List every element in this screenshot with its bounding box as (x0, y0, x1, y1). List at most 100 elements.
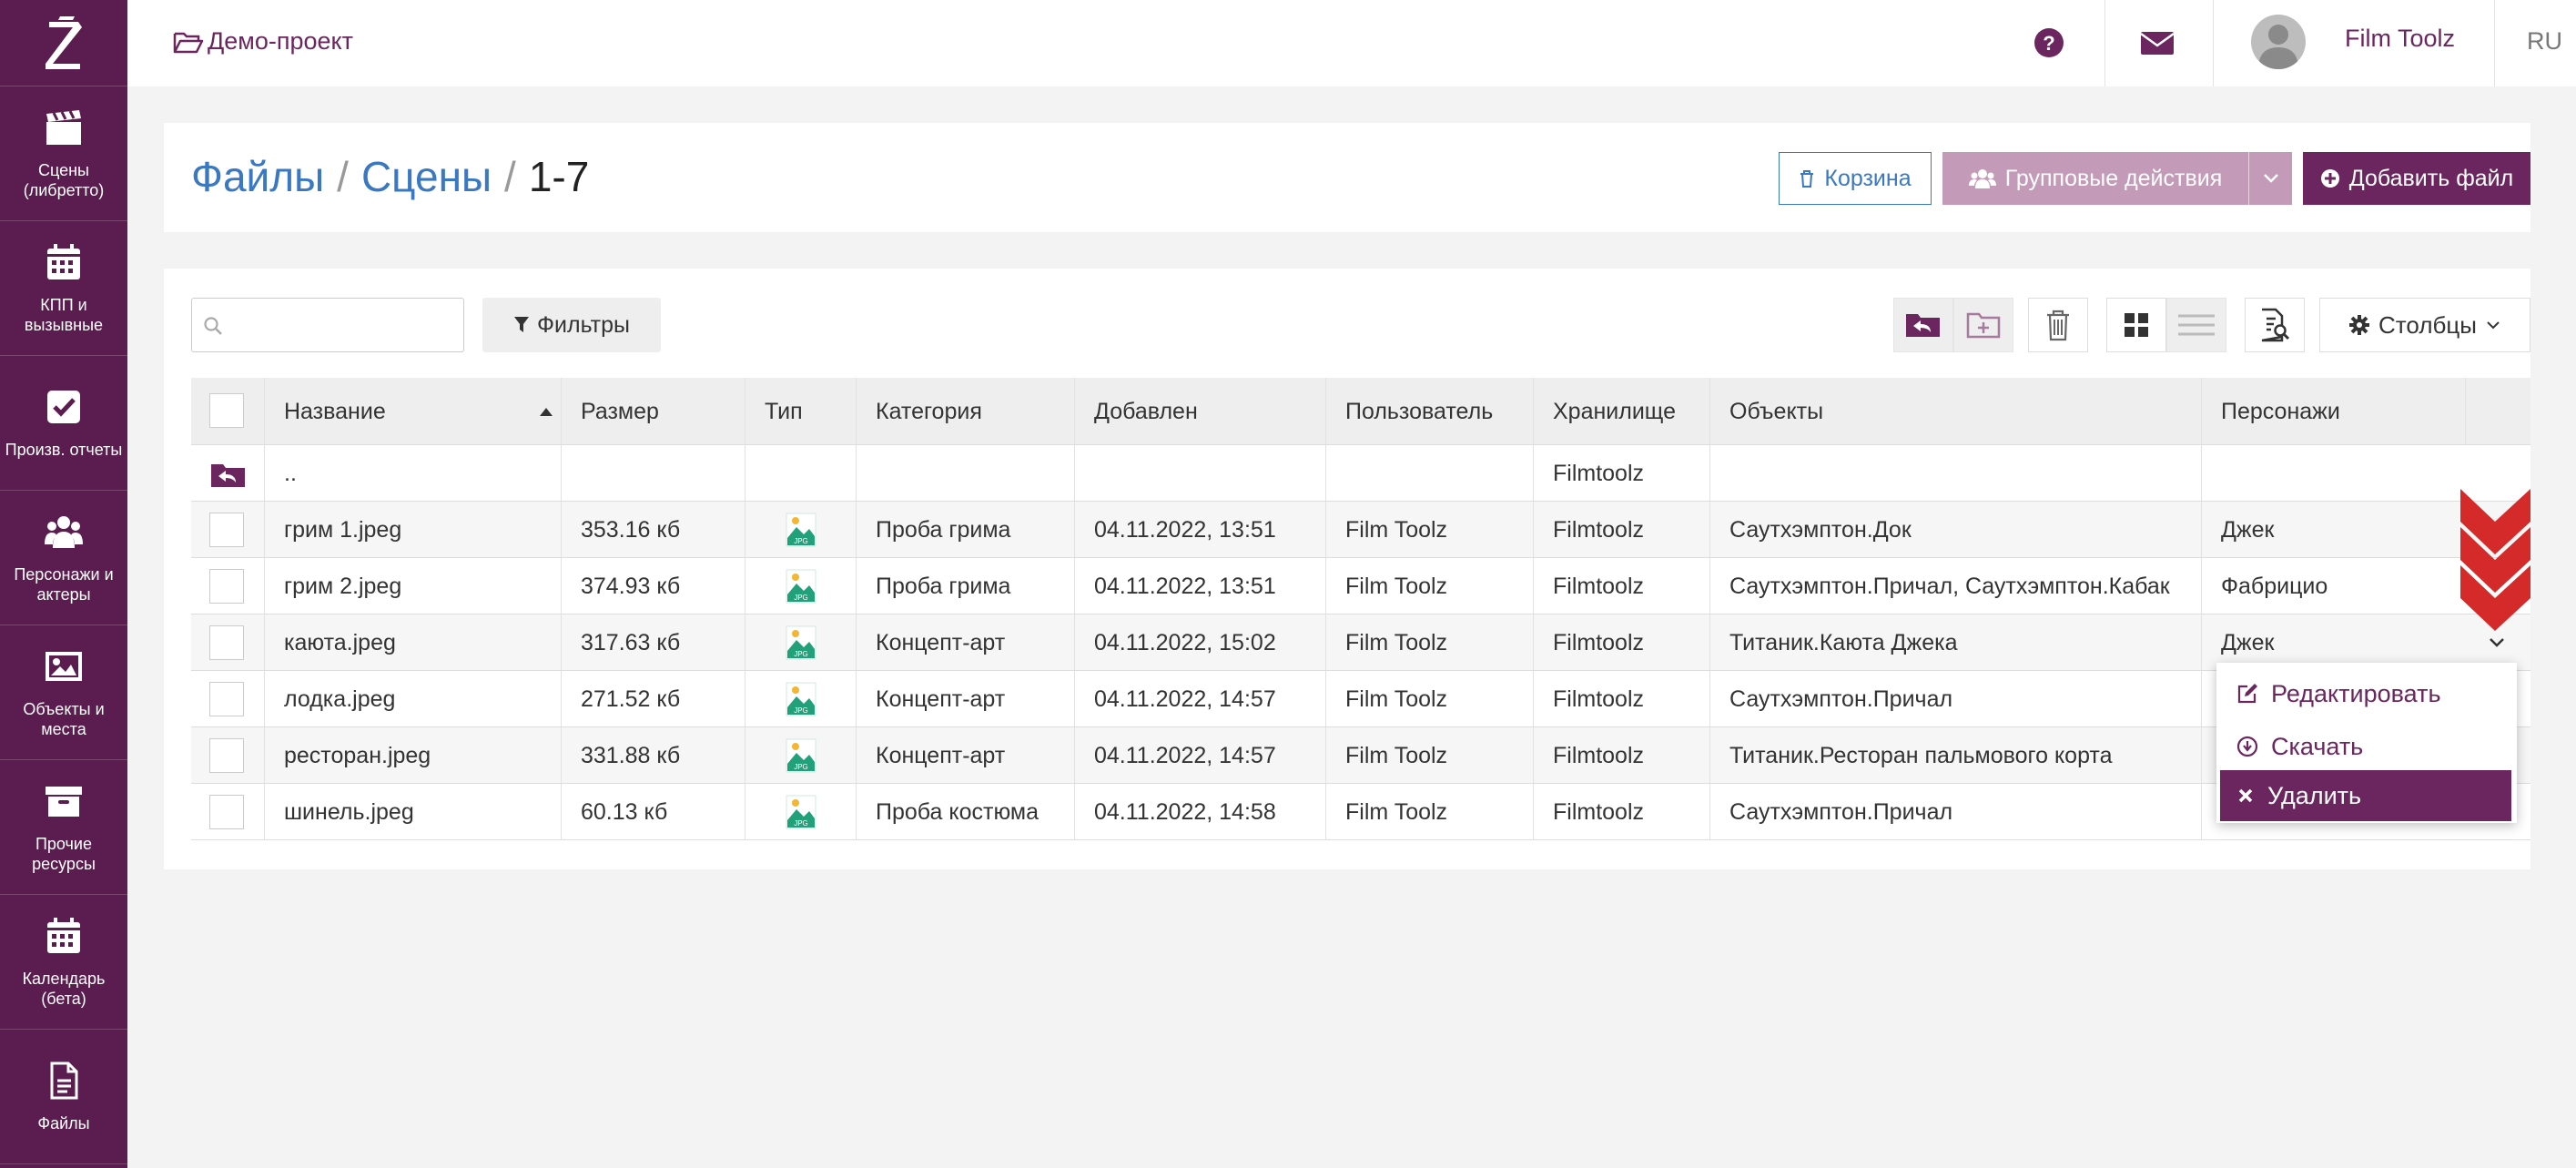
table-row[interactable]: грим 2.jpeg 374.93 кб JPG Проба грима 04… (191, 558, 2530, 614)
row-checkbox[interactable] (209, 513, 244, 547)
filters-button[interactable]: Фильтры (482, 298, 661, 352)
sort-asc-icon[interactable] (540, 408, 553, 416)
cell-user: Film Toolz (1345, 574, 1448, 599)
row-context-menu: Редактировать Скачать Удалить (2216, 663, 2517, 823)
mail-icon[interactable] (2140, 29, 2175, 56)
folder-up-button[interactable] (1893, 298, 1953, 352)
filter-icon (514, 317, 530, 332)
breadcrumb-current: 1-7 (528, 153, 590, 200)
add-file-button[interactable]: Добавить файл (2303, 152, 2530, 205)
archive-icon (46, 786, 82, 817)
menu-item-delete[interactable]: Удалить (2220, 770, 2511, 821)
cell-name[interactable]: грим 2.jpeg (284, 574, 401, 600)
row-checkbox[interactable] (209, 795, 244, 829)
columns-button[interactable]: Столбцы (2319, 298, 2530, 352)
svg-text:JPG: JPG (794, 819, 808, 828)
sidebar-item-files[interactable]: Файлы (0, 1030, 127, 1164)
avatar[interactable] (2251, 15, 2306, 69)
column-header-type[interactable]: Тип (765, 399, 803, 425)
table-row[interactable]: лодка.jpeg 271.52 кб JPG Концепт-арт 04.… (191, 671, 2530, 727)
breadcrumb-scenes[interactable]: Сцены (361, 153, 492, 200)
group-actions-dropdown[interactable] (2248, 152, 2292, 205)
menu-item-label: Скачать (2271, 732, 2364, 760)
filters-label: Фильтры (537, 311, 630, 338)
cell-name[interactable]: грим 1.jpeg (284, 517, 401, 543)
cell-added: 04.11.2022, 14:57 (1094, 743, 1276, 768)
gear-icon (2349, 315, 2370, 335)
column-header-characters[interactable]: Персонажи (2221, 399, 2340, 425)
new-folder-button[interactable] (1953, 298, 2013, 352)
sidebar-item-reports[interactable]: Произв. отчеты (0, 356, 127, 491)
grid-view-button[interactable] (2106, 298, 2166, 352)
sidebar-item-calendar[interactable]: Календарь (бета) (0, 895, 127, 1030)
cell-storage: Filmtoolz (1553, 461, 1645, 486)
breadcrumb-files[interactable]: Файлы (191, 153, 324, 200)
files-table: Название Размер Тип Категория Добавлен П… (191, 378, 2530, 840)
group-actions-button[interactable]: Групповые действия (1942, 152, 2248, 205)
column-header-size[interactable]: Размер (581, 399, 659, 425)
folder-plus-icon (1966, 312, 2001, 339)
calendar-icon (47, 917, 80, 953)
plus-circle-icon (2320, 169, 2339, 188)
cell-name[interactable]: ресторан.jpeg (284, 743, 431, 769)
sidebar-item-locations[interactable]: Объекты и места (0, 625, 127, 760)
column-header-added[interactable]: Добавлен (1094, 399, 1198, 425)
menu-item-download[interactable]: Скачать (2220, 721, 2511, 772)
cell-name[interactable]: шинель.jpeg (284, 799, 414, 826)
row-checkbox[interactable] (209, 625, 244, 660)
table-row[interactable]: каюта.jpeg 317.63 кб JPG Концепт-арт 04.… (191, 614, 2530, 671)
table-row[interactable]: шинель.jpeg 60.13 кб JPG Проба костюма 0… (191, 784, 2530, 840)
menu-item-edit[interactable]: Редактировать (2220, 668, 2511, 719)
column-header-objects[interactable]: Объекты (1729, 399, 1823, 425)
preview-button[interactable] (2245, 298, 2305, 352)
svg-text:?: ? (2043, 32, 2054, 55)
sidebar: Сцены (либретто) КПП и вызывные Произв. … (0, 0, 127, 1168)
user-icon (2258, 25, 2298, 69)
cell-added: 04.11.2022, 13:51 (1094, 517, 1276, 543)
table-row[interactable]: грим 1.jpeg 353.16 кб JPG Проба грима 04… (191, 502, 2530, 558)
help-icon[interactable]: ? (2033, 27, 2064, 58)
svg-text:JPG: JPG (794, 537, 808, 545)
cell-storage: Filmtoolz (1553, 630, 1645, 655)
list-view-button[interactable] (2166, 298, 2226, 352)
column-header-user[interactable]: Пользователь (1345, 399, 1493, 425)
cell-storage: Filmtoolz (1553, 574, 1645, 599)
user-name[interactable]: Film Toolz (2345, 25, 2455, 53)
cell-name[interactable]: лодка.jpeg (284, 686, 395, 713)
table-row-parent[interactable]: .. Filmtoolz (191, 445, 2530, 502)
delete-button[interactable] (2028, 298, 2088, 352)
column-header-storage[interactable]: Хранилище (1553, 399, 1676, 425)
column-header-name[interactable]: Название (284, 399, 386, 425)
search-input[interactable] (191, 298, 464, 352)
folder-back-icon[interactable] (210, 462, 247, 489)
row-checkbox[interactable] (209, 738, 244, 773)
cell-name[interactable]: каюта.jpeg (284, 630, 396, 656)
row-actions-chevron[interactable] (2488, 636, 2506, 649)
sidebar-item-characters[interactable]: Персонажи и актеры (0, 491, 127, 625)
project-selector[interactable]: Демо-проект (173, 27, 353, 56)
chevron-down-icon (2487, 321, 2500, 330)
cell-user: Film Toolz (1345, 799, 1448, 825)
row-checkbox[interactable] (209, 569, 244, 604)
trash-button[interactable]: Корзина (1779, 152, 1932, 205)
trash-icon (2047, 310, 2069, 341)
cell-added: 04.11.2022, 13:51 (1094, 574, 1276, 599)
add-file-label: Добавить файл (2348, 165, 2514, 191)
sidebar-item-label: Произв. отчеты (5, 440, 123, 459)
select-all-checkbox[interactable] (209, 393, 244, 428)
sidebar-item-scenes[interactable]: Сцены (либретто) (0, 86, 127, 221)
column-header-category[interactable]: Категория (876, 399, 982, 425)
sidebar-item-resources[interactable]: Прочие ресурсы (0, 760, 127, 895)
cell-name[interactable]: .. (284, 461, 297, 487)
cell-objects: Саутхэмптон.Причал, Саутхэмптон.Кабак (1729, 574, 2170, 599)
language-switch[interactable]: RU (2527, 27, 2562, 56)
attention-chevrons-icon (2460, 489, 2530, 631)
app-logo[interactable] (0, 0, 127, 86)
page-header: Файлы / Сцены / 1-7 Корзина Групповые действ… (164, 123, 2530, 232)
folder-open-icon (173, 32, 204, 53)
row-checkbox[interactable] (209, 682, 244, 716)
cell-user: Film Toolz (1345, 743, 1448, 768)
sidebar-item-callsheets[interactable]: КПП и вызывные (0, 221, 127, 356)
table-row[interactable]: ресторан.jpeg 331.88 кб JPG Концепт-арт … (191, 727, 2530, 784)
chevron-down-icon (2263, 174, 2278, 183)
